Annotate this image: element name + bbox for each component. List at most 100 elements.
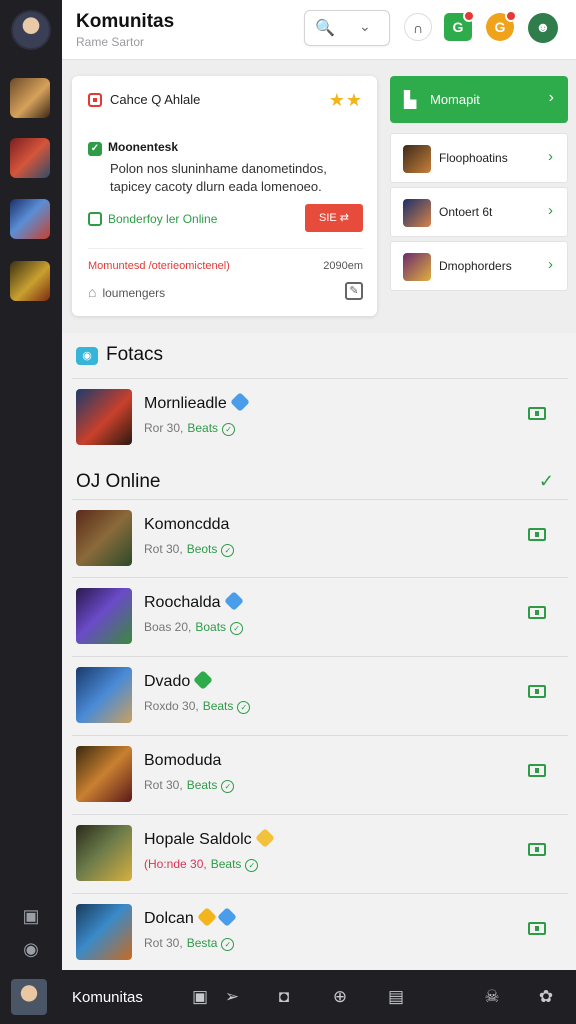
list-item-avatar	[76, 510, 132, 566]
side-primary-button[interactable]: ▙ Momapit ›	[390, 76, 568, 123]
side-item[interactable]: Dmophorders ›	[390, 241, 568, 291]
headset-icon[interactable]: ∩	[404, 13, 432, 41]
featured-status: Bonderfoy ler Online	[88, 212, 217, 226]
list-item-meta-label: Roxdo 30,	[144, 699, 199, 713]
bag-icon[interactable]: ◘	[272, 985, 296, 1009]
bottom-avatar[interactable]	[11, 979, 47, 1015]
chevron-down-icon: ⌄	[359, 18, 371, 34]
favorites-title-label: Fotacs	[106, 344, 164, 365]
list-item-meta-label: Boas 20,	[144, 620, 192, 634]
verified-icon	[229, 392, 250, 412]
verified-icon	[193, 670, 214, 690]
side-item-label: Floophoatins	[439, 151, 508, 165]
message-icon[interactable]	[528, 843, 546, 856]
side-item-label: Dmophorders	[439, 259, 512, 273]
list-item-avatar	[76, 746, 132, 802]
featured-header: Cahce Q Ahlale	[88, 92, 200, 107]
edit-icon[interactable]: ✎	[345, 282, 363, 300]
chevron-right-icon: ›	[548, 148, 553, 165]
verified-icon	[254, 828, 275, 848]
message-icon[interactable]	[528, 407, 546, 420]
settings-icon[interactable]: ✿	[534, 985, 558, 1009]
rail-game-1[interactable]	[10, 78, 50, 118]
list-item-name-label: Mornlieadle	[144, 395, 227, 412]
home-icon: ⌂	[88, 284, 97, 300]
message-icon[interactable]	[528, 922, 546, 935]
rail-game-2[interactable]	[10, 138, 50, 178]
check-icon[interactable]: ✓	[539, 471, 554, 492]
list-item-tag: Beats	[210, 857, 242, 871]
location-icon[interactable]: ◉	[20, 938, 42, 960]
gift-icon[interactable]: ▣	[20, 905, 42, 927]
message-icon[interactable]	[528, 528, 546, 541]
profile-avatar[interactable]: ☻	[528, 13, 558, 43]
featured-header-label: Cahce Q Ahlale	[110, 92, 201, 107]
chevron-right-icon: ›	[548, 202, 553, 219]
chart-icon[interactable]: ▤	[384, 985, 408, 1009]
featured-time: 2090em	[323, 260, 363, 272]
list-item[interactable]: Roochalda Boas 20, Boats ✓	[72, 577, 568, 653]
list-item-tag: Boats	[195, 620, 227, 634]
verified-icon	[196, 907, 217, 927]
list-item[interactable]: Bomoduda Rot 30, Beats ✓	[72, 735, 568, 811]
status-icon: ✓	[237, 701, 251, 714]
side-item[interactable]: Ontoert 6t ›	[390, 187, 568, 237]
notification-badge	[505, 10, 517, 22]
featured-description: Polon nos sluninhame danometindos, tapic…	[110, 161, 327, 194]
side-item-avatar	[403, 145, 431, 173]
list-item[interactable]: Dolcan Rot 30, Besta ✓	[72, 893, 568, 969]
search-icon: 🔍	[315, 20, 335, 37]
send-icon[interactable]: ➢	[220, 985, 244, 1009]
list-item-tag: Besta	[186, 936, 218, 950]
search-dropdown[interactable]: 🔍 ⌄	[304, 10, 390, 46]
left-rail: ▣ ◉	[0, 0, 62, 970]
online-title-label: OJ Online	[76, 471, 161, 492]
list-item-name-label: Hopale Saldolc	[144, 831, 252, 848]
list-item-name: Roochalda	[144, 591, 244, 612]
list-item-meta: Rot 30, Beats ✓	[144, 778, 235, 793]
user-avatar[interactable]	[11, 10, 51, 50]
status-icon: ✓	[230, 622, 244, 635]
list-item[interactable]: Hopale Saldolc (Ho:nde 30, Beats ✓	[72, 814, 568, 890]
top-bar: Komunitas Rame Sartor 🔍 ⌄ ∩ G G ☻	[62, 0, 576, 60]
globe-icon[interactable]: ⊕	[328, 985, 352, 1009]
featured-status-label: Bonderfoy ler Online	[108, 212, 218, 226]
side-item[interactable]: Floophoatins ›	[390, 133, 568, 183]
list-item-meta: Ror 30, Beats ✓	[144, 421, 236, 436]
list-item[interactable]: Komoncdda Rot 30, Beots ✓	[72, 499, 568, 575]
record-icon	[88, 93, 102, 107]
side-item-avatar	[403, 253, 431, 281]
list-item-meta: Rot 30, Beots ✓	[144, 542, 235, 557]
status-icon: ✓	[222, 423, 236, 436]
screen-icon[interactable]: ▣	[188, 985, 212, 1009]
list-item-meta: Boas 20, Boats ✓	[144, 620, 244, 635]
check-icon: ✓	[88, 142, 102, 156]
list-item[interactable]: Dvado Roxdo 30, Beats ✓	[72, 656, 568, 732]
featured-card: Cahce Q Ahlale ★★ ✓ Moonentesk Polon nos …	[72, 76, 377, 316]
list-item-name-label: Roochalda	[144, 594, 221, 611]
status-icon: ✓	[221, 780, 235, 793]
list-item-meta-label: Ror 30,	[144, 421, 184, 435]
message-icon[interactable]	[528, 764, 546, 777]
status-icon: ✓	[221, 544, 235, 557]
list-item-meta: (Ho:nde 30, Beats ✓	[144, 857, 259, 872]
list-item[interactable]: Mornlieadle Ror 30, Beats ✓	[72, 378, 568, 454]
list-item-name-label: Dolcan	[144, 910, 194, 927]
message-icon[interactable]	[528, 606, 546, 619]
featured-action-button[interactable]: SIE ⇄	[305, 204, 363, 232]
notification-icon[interactable]: G	[486, 10, 517, 41]
list-item-avatar	[76, 904, 132, 960]
rail-game-3[interactable]	[10, 199, 50, 239]
chat-icon[interactable]: G	[444, 10, 475, 41]
pirate-icon[interactable]: ☠	[480, 985, 504, 1009]
friends-list-panel: ◉ Fotacs Mornlieadle Ror 30, Beats ✓ OJ Onl…	[62, 333, 576, 970]
featured-notice[interactable]: Momuntesd /oterieomictenel)	[88, 260, 230, 272]
notification-badge	[463, 10, 475, 22]
list-item-avatar	[76, 588, 132, 644]
rail-game-4[interactable]	[10, 261, 50, 301]
featured-title-row: ✓ Moonentesk	[88, 140, 178, 156]
list-item-avatar	[76, 825, 132, 881]
chevron-right-icon: ›	[548, 89, 554, 106]
list-item-name-label: Komoncdda	[144, 516, 230, 533]
message-icon[interactable]	[528, 685, 546, 698]
